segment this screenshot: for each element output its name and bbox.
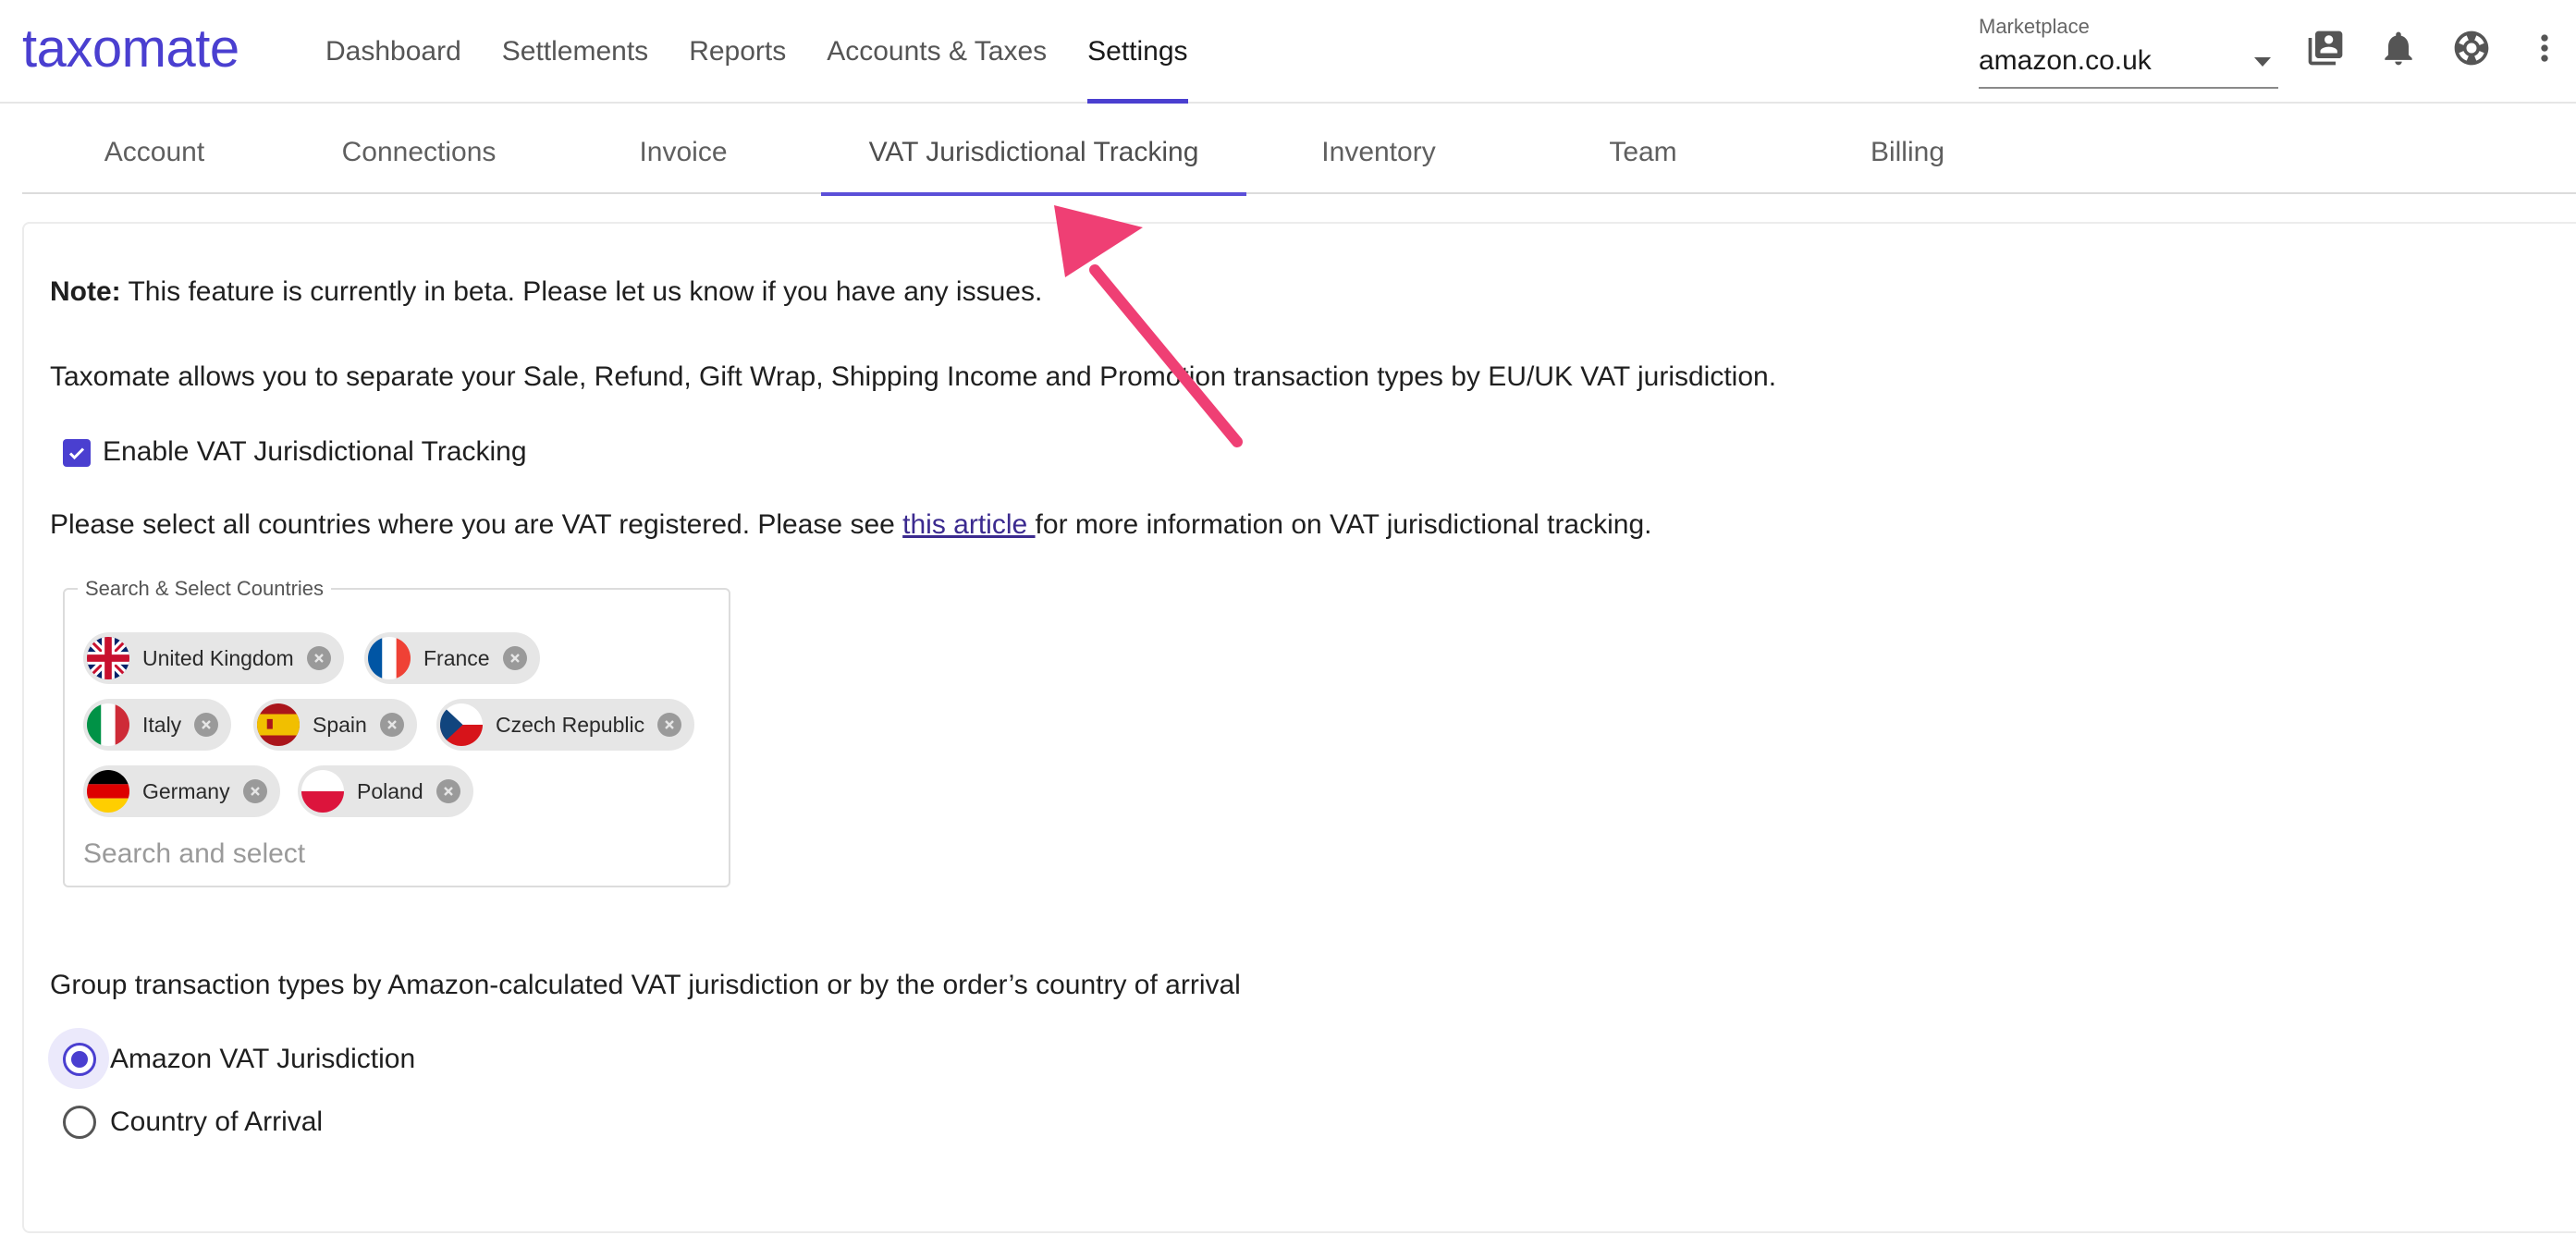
help-lifebuoy-icon[interactable] xyxy=(2451,28,2492,68)
spain-flag-icon xyxy=(257,703,300,746)
enable-tracking-checkbox[interactable] xyxy=(63,439,91,467)
uk-flag-icon xyxy=(87,637,129,679)
nav-settlements[interactable]: Settlements xyxy=(502,0,648,104)
remove-chip-icon[interactable] xyxy=(502,646,527,670)
nav-reports[interactable]: Reports xyxy=(689,0,786,104)
nav-settings[interactable]: Settings xyxy=(1087,0,1188,104)
remove-chip-icon[interactable] xyxy=(242,779,267,803)
country-chip-label: Spain xyxy=(313,712,367,737)
intro-text: Taxomate allows you to separate your Sal… xyxy=(50,361,1777,392)
marketplace-label: Marketplace xyxy=(1979,15,2090,38)
tab-team[interactable]: Team xyxy=(1511,104,1775,194)
grouping-text: Group transaction types by Amazon-calcul… xyxy=(50,970,1241,1000)
select-text-before: Please select all countries where you ar… xyxy=(50,509,903,540)
remove-chip-icon[interactable] xyxy=(194,713,219,737)
main-nav: Dashboard Settlements Reports Accounts &… xyxy=(325,0,1229,104)
country-chip-label: Poland xyxy=(357,778,423,803)
nav-dashboard[interactable]: Dashboard xyxy=(325,0,461,104)
select-text-after: for more information on VAT jurisdiction… xyxy=(1035,509,1652,540)
tab-connections[interactable]: Connections xyxy=(287,104,551,194)
remove-chip-icon[interactable] xyxy=(306,646,331,670)
radio-label-amazon-vat-jurisdiction[interactable]: Amazon VAT Jurisdiction xyxy=(110,1041,415,1078)
radio-country-of-arrival[interactable] xyxy=(63,1106,96,1139)
remove-chip-icon[interactable] xyxy=(435,779,460,803)
remove-chip-icon[interactable] xyxy=(379,713,404,737)
country-chip-germany: Germany xyxy=(83,765,280,817)
country-chip-czech-republic: Czech Republic xyxy=(436,699,695,751)
settings-tabs: Account Connections Invoice VAT Jurisdic… xyxy=(22,104,2576,196)
tab-inventory[interactable]: Inventory xyxy=(1246,104,1511,194)
tab-vat-jurisdictional-tracking[interactable]: VAT Jurisdictional Tracking xyxy=(821,104,1246,196)
tab-billing[interactable]: Billing xyxy=(1775,104,2040,194)
marketplace-value: amazon.co.uk xyxy=(1979,45,2152,76)
france-flag-icon xyxy=(368,637,411,679)
country-chip-label: United Kingdom xyxy=(142,645,294,670)
note-text: This feature is currently in beta. Pleas… xyxy=(120,276,1043,307)
caret-down-icon xyxy=(2254,57,2271,67)
italy-flag-icon xyxy=(87,703,129,746)
article-link[interactable]: this article xyxy=(902,509,1035,540)
country-chip-label: Czech Republic xyxy=(496,712,645,737)
czech-flag-icon xyxy=(440,703,483,746)
select-countries-text: Please select all countries where you ar… xyxy=(50,507,1652,544)
note-label: Note: xyxy=(50,276,121,307)
radio-label-country-of-arrival[interactable]: Country of Arrival xyxy=(110,1104,323,1141)
marketplace-select[interactable]: Marketplace amazon.co.uk xyxy=(1979,13,2278,89)
contacts-icon[interactable] xyxy=(2305,28,2346,68)
nav-accounts-taxes[interactable]: Accounts & Taxes xyxy=(827,0,1047,104)
germany-flag-icon xyxy=(87,770,129,813)
country-selector-label: Search & Select Countries xyxy=(78,577,332,601)
country-chip-france: France xyxy=(364,632,540,684)
logo[interactable]: taxomate xyxy=(22,17,239,81)
more-vertical-icon[interactable] xyxy=(2524,28,2565,68)
country-chip-spain: Spain xyxy=(253,699,417,751)
radio-amazon-vat-jurisdiction[interactable] xyxy=(63,1043,96,1076)
check-icon xyxy=(68,447,85,460)
tab-account[interactable]: Account xyxy=(22,104,287,194)
country-selector[interactable]: Search & Select Countries United Kingdom… xyxy=(63,577,730,887)
bell-icon[interactable] xyxy=(2378,28,2419,68)
top-bar: taxomate Dashboard Settlements Reports A… xyxy=(0,0,2576,104)
beta-note: Note: This feature is currently in beta.… xyxy=(50,274,1042,311)
country-chip-italy: Italy xyxy=(83,699,232,751)
country-search-input[interactable] xyxy=(83,834,693,874)
country-chip-label: France xyxy=(423,645,490,670)
country-chip-label: Germany xyxy=(142,778,230,803)
poland-flag-icon xyxy=(301,770,344,813)
country-chip-label: Italy xyxy=(142,712,182,737)
tab-invoice[interactable]: Invoice xyxy=(551,104,816,194)
country-chip-united-kingdom: United Kingdom xyxy=(83,632,344,684)
country-chip-poland: Poland xyxy=(298,765,473,817)
enable-tracking-label[interactable]: Enable VAT Jurisdictional Tracking xyxy=(103,434,527,471)
remove-chip-icon[interactable] xyxy=(657,713,682,737)
